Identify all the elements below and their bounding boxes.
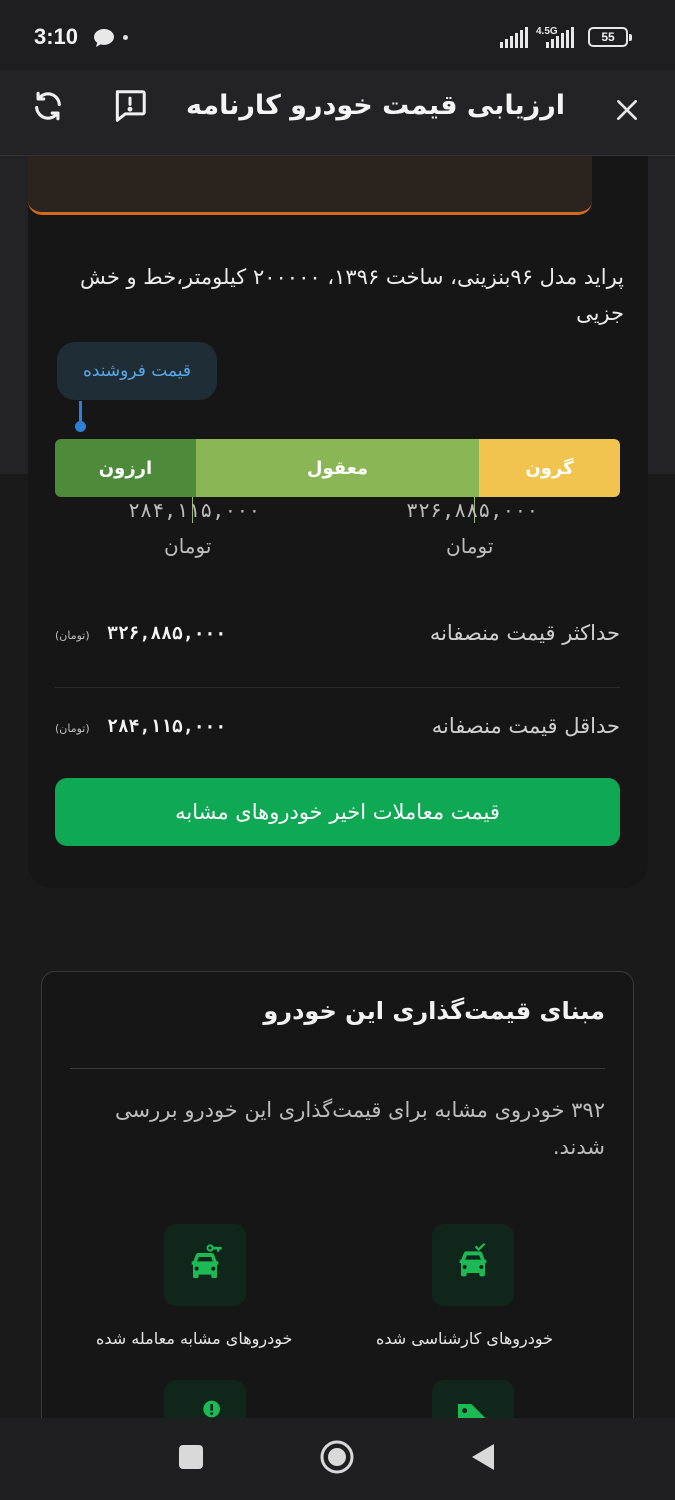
content-scroll-area[interactable]: پراید مدل ۹۶بنزینی، ساخت ۱۳۹۶، ۲۰۰۰۰۰ کی… [0,156,675,1418]
segment-expensive: گرون [479,439,620,497]
price-tag-icon [453,1399,493,1418]
chat-notification-icon [93,28,115,52]
close-icon [614,97,640,127]
status-bar: 3:10 4.5G 55 [0,0,675,70]
min-fair-price-row: حداقل قیمت منصفانه ۲۸۴,۱۱۵,۰۰۰ (تومان) [55,704,620,760]
seller-price-tooltip: قیمت فروشنده [57,342,217,400]
row-divider [55,687,620,688]
car-description: پراید مدل ۹۶بنزینی، ساخت ۱۳۹۶، ۲۰۰۰۰۰ کی… [80,265,624,325]
network-type: 4.5G [536,26,558,37]
max-fair-price-unit: (تومان) [55,629,90,642]
price-tag-icon-tile [432,1380,514,1418]
traded-cars-label: خودروهای مشابه معامله شده [96,1329,293,1348]
system-navigation-bar [0,1418,675,1500]
min-fair-price-label: حداقل قیمت منصفانه [431,714,620,738]
back-button[interactable] [463,1439,503,1479]
square-icon [178,1444,204,1474]
recent-deals-button[interactable]: قیمت معاملات اخیر خودروهای مشابه [55,778,620,846]
report-icon [111,87,149,129]
max-fair-price-label: حداکثر قیمت منصفانه [429,621,620,645]
alert-car-icon-tile [164,1380,246,1418]
inspected-cars-icon-tile [432,1224,514,1306]
inspected-car-icon [453,1243,493,1287]
recent-apps-button[interactable] [171,1439,211,1479]
status-time: 3:10 [34,24,79,49]
battery-icon: 55 [588,27,632,47]
price-card-content: پراید مدل ۹۶بنزینی، ساخت ۱۳۹۶، ۲۰۰۰۰۰ کی… [28,156,648,896]
max-fair-price-value: ۳۲۶,۸۸۵,۰۰۰ [107,623,227,644]
back-triangle-icon [470,1442,496,1476]
circle-icon [319,1439,355,1479]
max-fair-price-row: حداکثر قیمت منصفانه ۳۲۶,۸۸۵,۰۰۰ (تومان) [55,611,620,667]
segment-cheap: ارزون [55,439,196,497]
min-fair-price-value: ۲۸۴,۱۱۵,۰۰۰ [107,716,227,737]
price-range-bar: ارزون معقول گرون [55,439,620,497]
traded-car-icon [185,1243,225,1287]
upper-bound-unit: تومان [446,534,494,558]
refresh-icon [31,89,65,127]
notification-dot-icon [123,35,128,40]
lower-bound-value: ۲۸۴,۱۱۵,۰۰۰ [128,498,261,522]
min-fair-price-unit: (تومان) [55,722,90,735]
segment-fair: معقول [196,439,479,497]
pricing-basis-card: مبنای قیمت‌گذاری این خودرو ۳۹۲ خودروی مش… [41,971,634,1418]
app-header: ارزیابی قیمت خودرو کارنامه [0,70,675,156]
pricing-basis-text: ۳۹۲ خودروی مشابه برای قیمت‌گذاری این خود… [114,1098,605,1159]
alert-icon [185,1399,225,1418]
upper-bound-value: ۳۲۶,۸۸۵,۰۰۰ [406,498,539,522]
traded-cars-icon-tile [164,1224,246,1306]
refresh-button[interactable] [26,86,70,130]
signal-icon: 4.5G [500,24,582,54]
home-button[interactable] [317,1439,357,1479]
inspected-cars-label: خودروهای کارشناسی شده [376,1329,553,1348]
basis-divider [70,1068,605,1069]
seller-price-marker-dot [75,421,86,432]
page-title: ارزیابی قیمت خودرو کارنامه [186,90,565,121]
pricing-basis-title: مبنای قیمت‌گذاری این خودرو [263,997,605,1025]
lower-bound-unit: تومان [164,534,212,558]
close-button[interactable] [605,90,649,134]
report-button[interactable] [108,86,152,130]
